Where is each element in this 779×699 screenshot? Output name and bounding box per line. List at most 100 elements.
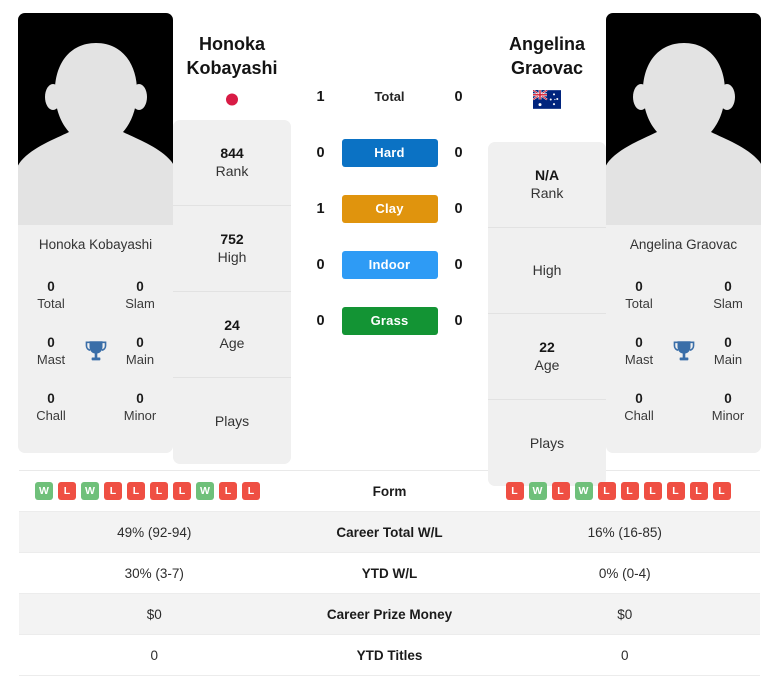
surface-badge-grass[interactable]: Grass — [341, 307, 438, 335]
table-row-label: Career Total W/L — [336, 524, 443, 540]
titles-main-label: Main — [125, 351, 155, 367]
stat-high-label: High — [217, 249, 247, 266]
stat-high-left: 752 High — [173, 206, 291, 292]
table-row-career-total-wl: 49% (92-94) Career Total W/L 16% (16-85) — [19, 512, 760, 553]
titles-chall-label: Chall — [624, 407, 654, 423]
player-card-right[interactable]: Angelina Graovac 0 Total 0 Slam 0 Mast 0… — [606, 13, 761, 454]
titles-main-left: 0 Main — [117, 335, 163, 368]
h2h-label-total: Total — [374, 89, 405, 104]
form-cell-right: LWLWLLLLLL — [490, 476, 761, 506]
table-cell-right: $0 — [617, 606, 633, 622]
stat-high-label: High — [532, 262, 562, 279]
player-summary-right: Angelina Graovac N/A Rank High 22 Age Pl… — [488, 13, 606, 486]
titles-chall-value: 0 — [635, 390, 643, 406]
titles-total-label: Total — [625, 295, 653, 311]
table-row-form: WLWLLLLWLL Form LWLWLLLLLL — [19, 471, 760, 512]
titles-slam-right: 0 Slam — [705, 279, 751, 312]
h2h-left-score: 0 — [316, 313, 325, 329]
form-badge-win: W — [81, 482, 99, 500]
h2h-right-score: 0 — [454, 201, 463, 217]
player-card-name-right: Angelina Graovac — [629, 237, 738, 252]
titles-minor-value: 0 — [724, 390, 732, 406]
stat-plays-right: Plays — [488, 400, 606, 486]
stat-age-left: 24 Age — [173, 292, 291, 378]
form-badge-loss: L — [689, 482, 708, 500]
player-stats-stack-left: 844 Rank 752 High 24 Age Plays — [173, 119, 291, 464]
stat-plays-label: Plays — [529, 434, 565, 451]
titles-mast-label: Mast — [624, 351, 654, 367]
form-badge-loss: L — [505, 482, 524, 500]
titles-chall-left: 0 Chall — [28, 391, 74, 424]
form-badge-loss: L — [666, 482, 685, 500]
form-badge-win: W — [35, 482, 53, 500]
stat-age-right: 22 Age — [488, 314, 606, 400]
h2h-row-grass: 0 Grass 0 — [291, 293, 488, 349]
player-comparison-header: Honoka Kobayashi 0 Total 0 Slam 0 Mast 0… — [0, 0, 779, 486]
h2h-right-score: 0 — [454, 313, 463, 329]
titles-slam-label: Slam — [713, 295, 743, 311]
table-row-label: Form — [372, 483, 407, 499]
surface-badge-indoor[interactable]: Indoor — [341, 251, 438, 279]
player-photo-right — [606, 13, 761, 225]
h2h-label-cell: Hard — [341, 139, 438, 167]
table-cell-left: 0 — [150, 647, 158, 663]
titles-total-label: Total — [37, 295, 65, 311]
titles-total-value: 0 — [635, 278, 643, 294]
form-badge-loss: L — [58, 482, 76, 500]
stat-age-label: Age — [534, 357, 560, 374]
australia-flag-icon — [533, 90, 561, 110]
stat-high-right: High — [488, 228, 606, 314]
form-badges-left: WLWLLLLWLL — [35, 482, 260, 500]
titles-slam-value: 0 — [136, 278, 144, 294]
titles-minor-left: 0 Minor — [117, 391, 163, 424]
titles-main-right: 0 Main — [705, 335, 751, 368]
h2h-row-hard: 0 Hard 0 — [291, 125, 488, 181]
player-name-left-line1: Honoka — [198, 34, 265, 54]
stat-age-label: Age — [219, 335, 245, 352]
h2h-left-score: 1 — [316, 89, 325, 105]
titles-row: 0 Mast 0 Main — [616, 323, 751, 379]
form-badge-loss: L — [620, 482, 639, 500]
h2h-right-score: 0 — [454, 89, 463, 105]
head-to-head-panel: 1 Total 0 0 Hard 0 1 Clay 0 0 Indoor 0 0… — [291, 13, 488, 349]
titles-mast-label: Mast — [36, 351, 66, 367]
titles-total-left: 0 Total — [28, 279, 74, 312]
form-cell-left: WLWLLLLWLL — [19, 476, 290, 506]
titles-row: 0 Mast 0 Main — [28, 323, 163, 379]
player-stats-stack-right: N/A Rank High 22 Age Plays — [488, 141, 606, 486]
player-name-right: Angelina Graovac — [509, 32, 585, 81]
h2h-row-total: 1 Total 0 — [291, 69, 488, 125]
titles-chall-label: Chall — [36, 407, 66, 423]
titles-chall-right: 0 Chall — [616, 391, 662, 424]
titles-row: 0 Chall 0 Minor — [616, 379, 751, 435]
titles-slam-left: 0 Slam — [117, 279, 163, 312]
form-badge-win: W — [196, 482, 214, 500]
titles-grid-left: 0 Total 0 Slam 0 Mast 0 Main 0 Chall 0 M… — [18, 263, 173, 453]
table-row-career-prize-money: $0 Career Prize Money $0 — [19, 594, 760, 635]
table-row-ytd-wl: 30% (3-7) YTD W/L 0% (0-4) — [19, 553, 760, 594]
person-silhouette-icon — [606, 43, 761, 225]
form-badge-loss: L — [597, 482, 616, 500]
h2h-label-cell: Clay — [341, 195, 438, 223]
player-name-left-line2: Kobayashi — [186, 58, 278, 79]
h2h-left-score: 0 — [316, 257, 325, 273]
form-badge-win: W — [574, 482, 593, 500]
stat-rank-left: 844 Rank — [173, 120, 291, 206]
titles-mast-value: 0 — [635, 334, 643, 350]
titles-mast-value: 0 — [47, 334, 55, 350]
titles-mast-left: 0 Mast — [28, 335, 74, 368]
player-card-left[interactable]: Honoka Kobayashi 0 Total 0 Slam 0 Mast 0… — [18, 13, 173, 454]
h2h-right-score: 0 — [454, 145, 463, 161]
table-cell-right: 0 — [620, 647, 629, 663]
table-cell-right: 0% (0-4) — [598, 565, 651, 581]
table-row-label: YTD Titles — [356, 647, 423, 663]
surface-badge-clay[interactable]: Clay — [341, 195, 438, 223]
surface-badge-hard[interactable]: Hard — [341, 139, 438, 167]
player-name-left: Honoka Kobayashi — [186, 32, 277, 81]
h2h-left-score: 1 — [316, 201, 325, 217]
titles-total-right: 0 Total — [616, 279, 662, 312]
table-cell-left: 30% (3-7) — [124, 565, 184, 581]
form-badge-loss: L — [219, 482, 237, 500]
form-badge-loss: L — [551, 482, 570, 500]
stat-high-value: 752 — [220, 231, 244, 248]
